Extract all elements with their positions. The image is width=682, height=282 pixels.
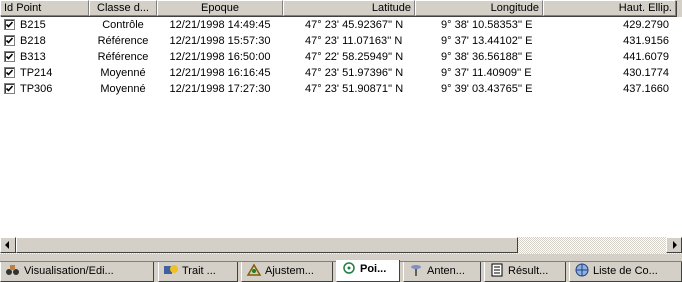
results-icon bbox=[491, 263, 503, 277]
points-icon bbox=[343, 262, 355, 274]
cell-latitude: 47° 22' 58.25949'' N bbox=[305, 51, 404, 63]
horizontal-scrollbar[interactable] bbox=[0, 237, 682, 254]
cell-epoque: 12/21/1998 16:16:45 bbox=[169, 67, 271, 79]
table-row[interactable]: TP214 Moyenné 12/21/1998 16:16:45 47° 23… bbox=[0, 65, 682, 81]
cell-latitude: 47° 23' 45.92367'' N bbox=[305, 19, 404, 31]
cell-longitude: 9° 39' 03.43765'' E bbox=[441, 83, 533, 95]
cell-classe: Moyenné bbox=[100, 83, 146, 95]
adjustment-icon bbox=[246, 263, 262, 276]
tab-liste-coordonnees[interactable]: Liste de Co... bbox=[569, 262, 682, 282]
table-row[interactable]: TP306 Moyenné 12/21/1998 17:27:30 47° 23… bbox=[0, 81, 682, 97]
cell-haut-ellip: 441.6079 bbox=[623, 51, 669, 63]
antenna-icon bbox=[411, 265, 421, 277]
row-checkbox[interactable] bbox=[4, 51, 15, 62]
tab-label: Ajustem... bbox=[265, 265, 314, 277]
grid-header: Id Point Classe d... Epoque Latitude Lon… bbox=[0, 0, 682, 17]
tab-points[interactable]: Poi... bbox=[336, 260, 400, 282]
cell-id-point: B215 bbox=[20, 19, 46, 31]
column-header-latitude[interactable]: Latitude bbox=[283, 0, 415, 16]
row-checkbox[interactable] bbox=[4, 83, 15, 94]
cell-haut-ellip: 430.1774 bbox=[623, 67, 669, 79]
checkmark-icon bbox=[5, 53, 14, 60]
row-checkbox[interactable] bbox=[4, 19, 15, 30]
coordinates-list-icon bbox=[575, 263, 589, 277]
table-row[interactable]: B313 Référence 12/21/1998 16:50:00 47° 2… bbox=[0, 49, 682, 65]
tab-visualisation[interactable]: Visualisation/Edi... bbox=[0, 262, 154, 282]
tab-label: Poi... bbox=[360, 263, 387, 275]
column-header-epoque[interactable]: Epoque bbox=[157, 0, 283, 16]
cell-classe: Moyenné bbox=[100, 67, 146, 79]
arrow-right-icon bbox=[673, 241, 677, 249]
checkmark-icon bbox=[5, 85, 14, 92]
table-row[interactable]: B215 Contrôle 12/21/1998 14:49:45 47° 23… bbox=[0, 17, 682, 33]
row-checkbox[interactable] bbox=[4, 35, 15, 46]
checkmark-icon bbox=[5, 21, 14, 28]
tab-traitement[interactable]: Trait ... bbox=[158, 262, 238, 282]
cell-id-point: TP306 bbox=[20, 83, 53, 95]
cell-longitude: 9° 38' 10.58353'' E bbox=[441, 19, 533, 31]
tab-ajustement[interactable]: Ajustem... bbox=[241, 262, 333, 282]
cell-haut-ellip: 437.1660 bbox=[623, 83, 669, 95]
checkmark-icon bbox=[5, 69, 14, 76]
cell-epoque: 12/21/1998 15:57:30 bbox=[169, 35, 271, 47]
cell-haut-ellip: 431.9156 bbox=[623, 35, 669, 47]
cell-epoque: 12/21/1998 14:49:45 bbox=[169, 19, 271, 31]
tab-antennes[interactable]: Anten... bbox=[403, 262, 481, 282]
table-row[interactable]: B218 Référence 12/21/1998 15:57:30 47° 2… bbox=[0, 33, 682, 49]
column-header-longitude[interactable]: Longitude bbox=[415, 0, 543, 16]
scroll-right-button[interactable] bbox=[666, 237, 682, 253]
cell-classe: Référence bbox=[97, 51, 149, 63]
checkmark-icon bbox=[5, 37, 14, 44]
cell-latitude: 47° 23' 51.90871'' N bbox=[305, 83, 404, 95]
processing-icon bbox=[164, 265, 178, 275]
cell-classe: Référence bbox=[97, 35, 149, 47]
scroll-left-button[interactable] bbox=[0, 237, 16, 253]
cell-latitude: 47° 23' 11.07163'' N bbox=[305, 35, 403, 47]
tab-label: Anten... bbox=[427, 265, 465, 277]
tab-label: Trait ... bbox=[182, 265, 216, 277]
cell-longitude: 9° 37' 13.44102'' E bbox=[441, 35, 533, 47]
points-grid: Id Point Classe d... Epoque Latitude Lon… bbox=[0, 0, 682, 236]
cell-epoque: 12/21/1998 17:27:30 bbox=[169, 83, 271, 95]
cell-classe: Contrôle bbox=[102, 19, 144, 31]
cell-epoque: 12/21/1998 16:50:00 bbox=[169, 51, 271, 63]
cell-id-point: B313 bbox=[20, 51, 46, 63]
column-header-id-point[interactable]: Id Point bbox=[0, 0, 89, 16]
scrollbar-thumb[interactable] bbox=[16, 237, 518, 253]
cell-latitude: 47° 23' 51.97396'' N bbox=[305, 67, 404, 79]
column-header-haut-ellip[interactable]: Haut. Ellip. bbox=[543, 0, 676, 16]
cell-id-point: B218 bbox=[20, 35, 46, 47]
arrow-left-icon bbox=[5, 241, 9, 249]
tab-label: Visualisation/Edi... bbox=[24, 265, 114, 277]
tab-bar: Visualisation/Edi... Trait ... Ajustem..… bbox=[0, 260, 682, 282]
row-checkbox[interactable] bbox=[4, 67, 15, 78]
tab-resultats[interactable]: Résult... bbox=[484, 262, 566, 282]
binoculars-icon bbox=[6, 265, 19, 276]
tab-label: Résult... bbox=[508, 265, 549, 277]
cell-haut-ellip: 429.2790 bbox=[623, 19, 669, 31]
column-header-classe[interactable]: Classe d... bbox=[89, 0, 157, 16]
cell-longitude: 9° 37' 11.40909'' E bbox=[441, 67, 532, 79]
tab-label: Liste de Co... bbox=[593, 265, 658, 277]
cell-id-point: TP214 bbox=[20, 67, 53, 79]
cell-longitude: 9° 38' 36.56188'' E bbox=[441, 51, 533, 63]
